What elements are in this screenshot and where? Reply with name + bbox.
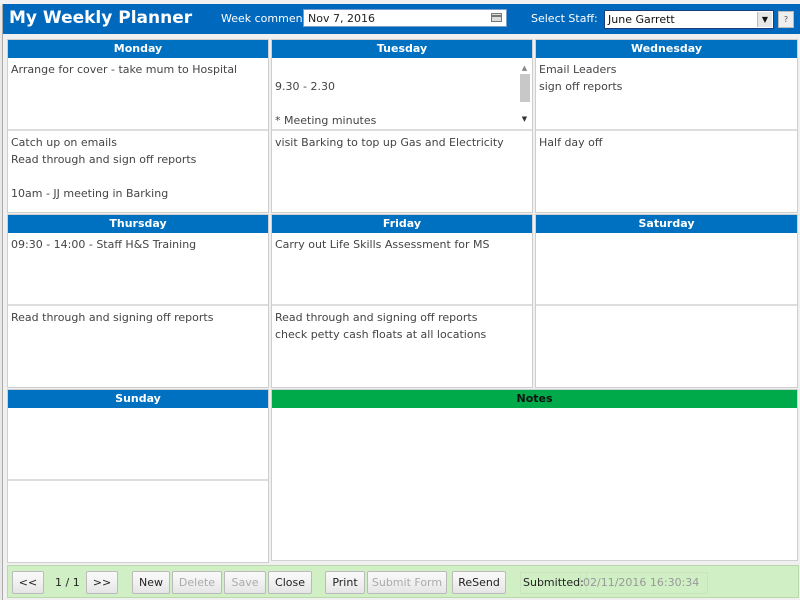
tuesday-top-field[interactable]: 9.30 - 2.30 * Meeting minutes * I will b…	[272, 58, 532, 131]
day-header-monday: Monday	[8, 40, 268, 58]
submit-form-button[interactable]: Submit Form	[367, 571, 447, 594]
day-header-friday: Friday	[272, 215, 532, 233]
save-button[interactable]: Save	[224, 571, 266, 594]
day-panel-thursday: Thursday 09:30 - 14:00 - Staff H&S Train…	[7, 214, 269, 388]
thursday-top-field[interactable]: 09:30 - 14:00 - Staff H&S Training	[8, 233, 268, 306]
submitted-label: Submitted:	[520, 572, 587, 594]
tuesday-scrollbar[interactable]: ▲ ▼	[519, 60, 530, 128]
week-commencing-value: Nov 7, 2016	[308, 12, 375, 25]
day-panel-monday: Monday Arrange for cover - take mum to H…	[7, 39, 269, 213]
print-button[interactable]: Print	[325, 571, 365, 594]
friday-top-field[interactable]: Carry out Life Skills Assessment for MS	[272, 233, 532, 306]
calendar-icon[interactable]	[491, 13, 502, 22]
thursday-bottom-field[interactable]: Read through and signing off reports	[8, 306, 268, 386]
day-header-tuesday: Tuesday	[272, 40, 532, 58]
staff-select-value: June Garrett	[608, 13, 675, 26]
friday-bottom-field[interactable]: Read through and signing off reports che…	[272, 306, 532, 386]
submitted-timestamp: 02/11/2016 16:30:34	[580, 572, 708, 594]
sunday-top-field[interactable]	[8, 408, 268, 481]
day-header-sunday: Sunday	[8, 390, 268, 408]
new-button[interactable]: New	[132, 571, 170, 594]
planner-window: My Weekly Planner Week commencing: Nov 7…	[2, 4, 800, 600]
day-panel-saturday: Saturday	[535, 214, 798, 388]
page-title: My Weekly Planner	[9, 8, 193, 28]
day-panel-wednesday: Wednesday Email Leaders sign off reports…	[535, 39, 798, 213]
day-panel-tuesday: Tuesday 9.30 - 2.30 * Meeting minutes * …	[271, 39, 533, 213]
saturday-bottom-field[interactable]	[536, 306, 797, 386]
wednesday-top-field[interactable]: Email Leaders sign off reports	[536, 58, 797, 131]
prev-page-button[interactable]: <<	[12, 571, 44, 594]
sunday-bottom-field[interactable]	[8, 481, 268, 561]
notes-field[interactable]	[272, 408, 797, 558]
footer-toolbar: << 1 / 1 >> New Delete Save Close Print …	[7, 565, 799, 598]
day-panel-sunday: Sunday	[7, 389, 269, 563]
monday-bottom-field[interactable]: Catch up on emails Read through and sign…	[8, 131, 268, 211]
tuesday-bottom-field[interactable]: visit Barking to top up Gas and Electric…	[272, 131, 532, 211]
tuesday-top-text: 9.30 - 2.30 * Meeting minutes * I will b…	[275, 80, 377, 127]
scroll-down-icon[interactable]: ▼	[519, 111, 530, 128]
wednesday-bottom-field[interactable]: Half day off	[536, 131, 797, 211]
staff-select[interactable]: June Garrett ▼	[604, 10, 774, 29]
chevron-down-icon[interactable]: ▼	[757, 12, 772, 27]
next-page-button[interactable]: >>	[86, 571, 118, 594]
day-header-thursday: Thursday	[8, 215, 268, 233]
header-bar: My Weekly Planner Week commencing: Nov 7…	[3, 4, 800, 34]
resend-button[interactable]: ReSend	[452, 571, 506, 594]
delete-button[interactable]: Delete	[172, 571, 222, 594]
day-header-saturday: Saturday	[536, 215, 797, 233]
week-commencing-input[interactable]: Nov 7, 2016	[303, 9, 507, 27]
scroll-thumb[interactable]	[520, 74, 530, 102]
help-button[interactable]: ?	[778, 11, 794, 28]
page-indicator: 1 / 1	[55, 576, 80, 589]
close-button[interactable]: Close	[268, 571, 312, 594]
notes-header: Notes	[272, 390, 797, 408]
notes-panel: Notes	[271, 389, 798, 561]
day-header-wednesday: Wednesday	[536, 40, 797, 58]
day-panel-friday: Friday Carry out Life Skills Assessment …	[271, 214, 533, 388]
select-staff-label: Select Staff:	[531, 12, 598, 25]
saturday-top-field[interactable]	[536, 233, 797, 306]
monday-top-field[interactable]: Arrange for cover - take mum to Hospital	[8, 58, 268, 131]
